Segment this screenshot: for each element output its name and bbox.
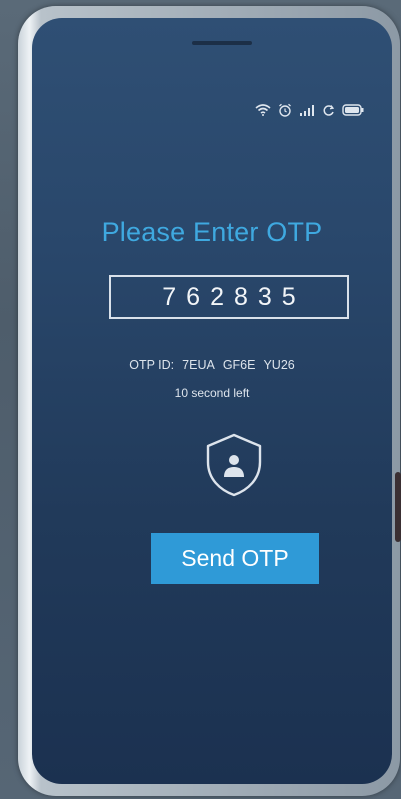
sync-icon [322,104,335,117]
otp-input-field[interactable]: 762835 [109,275,349,319]
phone-screen: Please Enter OTP 762835 OTP ID: 7EUA GF6… [32,18,392,784]
earpiece-speaker [192,41,252,45]
battery-icon [342,104,364,116]
shield-user-icon [202,432,266,498]
otp-id-part: 7EUA [182,358,215,372]
countdown-timer: 10 second left [174,386,250,400]
signal-icon [299,104,315,116]
otp-id-part: YU26 [263,358,295,372]
otp-value: 762835 [162,282,306,311]
page-title: Please Enter OTP [101,217,323,247]
alarm-icon [278,103,292,117]
wifi-icon [255,104,271,116]
status-bar [255,100,364,120]
otp-id-label: OTP ID: [129,358,175,372]
phone-side-button[interactable] [395,472,401,542]
send-otp-button[interactable]: Send OTP [151,533,319,584]
otp-id-part: GF6E [222,358,256,372]
otp-id-row: OTP ID: 7EUA GF6E YU26 [32,358,392,372]
